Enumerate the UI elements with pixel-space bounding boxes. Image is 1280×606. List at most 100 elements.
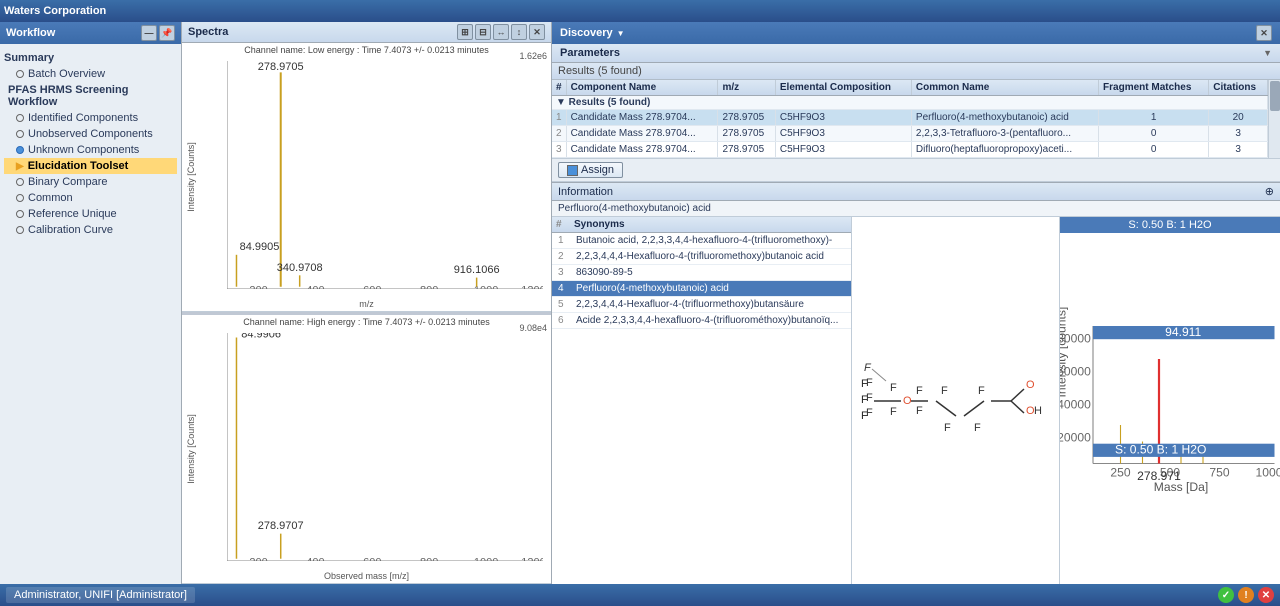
status-orange[interactable]: ! [1238, 587, 1254, 603]
cell-fragments: 1 [1099, 110, 1209, 126]
syn-num: 1 [552, 233, 570, 249]
ref-spectrum-chart: 80000 60000 40000 20000 250 500 750 1000 [1060, 233, 1280, 584]
sidebar-item-label-common: Common [28, 192, 73, 204]
section-header-cell: ▼ Results (5 found) [552, 96, 1268, 110]
svg-text:800: 800 [420, 557, 438, 561]
info-expand-icon[interactable]: ⊕ [1265, 185, 1274, 198]
svg-text:H: H [1034, 405, 1042, 417]
radio-batch [16, 70, 24, 78]
top-taskbar: Waters Corporation [0, 0, 1280, 22]
cell-fragments: 0 [1099, 126, 1209, 142]
arrow-elucidation: ▶ [16, 161, 24, 172]
sidebar-item-label-binary: Binary Compare [28, 176, 107, 188]
assign-bar: Assign [552, 158, 1280, 182]
svg-text:200: 200 [249, 557, 267, 561]
chemical-structure: F F F F F F [856, 331, 1056, 471]
cell-formula: C5HF9O3 [775, 142, 911, 158]
list-item[interactable]: 4 Perfluoro(4-methoxybutanoic) acid [552, 281, 851, 297]
workflow-pin[interactable]: 📌 [159, 25, 175, 41]
svg-text:F: F [890, 382, 897, 394]
sidebar-item-identified[interactable]: Identified Components [4, 110, 177, 126]
table-row[interactable]: 2 Candidate Mass 278.9704... 278.9705 C5… [552, 126, 1268, 142]
bottom-taskbar: Administrator, UNIFI [Administrator] ✓ !… [0, 584, 1280, 606]
app-title: Waters Corporation [4, 5, 106, 17]
channel2-label: Channel name: High energy : Time 7.4073 … [243, 317, 489, 327]
discovery-dropdown-arrow[interactable]: ▼ [617, 29, 625, 38]
sidebar-item-calibration[interactable]: Calibration Curve [4, 222, 177, 238]
spectra-icon1[interactable]: ⊞ [457, 24, 473, 40]
low-energy-chart[interactable]: 1.5e6 1.25e6 1e6 7.5e5 5e5 2.5e5 200 400… [227, 61, 543, 289]
sidebar-item-unobserved[interactable]: Unobserved Components [4, 126, 177, 142]
x-axis-title-high: Observed mass [m/z] [324, 571, 409, 581]
svg-text:278.971: 278.971 [1137, 469, 1181, 483]
list-item[interactable]: 2 2,2,3,4,4,4-Hexafluoro-4-(trifluoromet… [552, 249, 851, 265]
sidebar-item-elucidation[interactable]: ▶ Elucidation Toolset [4, 158, 177, 174]
table-row[interactable]: 3 Candidate Mass 278.9704... 278.9705 C5… [552, 142, 1268, 158]
assign-label: Assign [581, 164, 614, 176]
radio-unknown [16, 146, 24, 154]
info-title: Information [558, 186, 613, 198]
svg-text:F: F [916, 405, 923, 417]
radio-unobserved [16, 130, 24, 138]
cell-citations: 20 [1209, 110, 1268, 126]
spectra-title: Spectra [188, 26, 228, 38]
status-red[interactable]: ✕ [1258, 587, 1274, 603]
sidebar-item-unknown[interactable]: Unknown Components [4, 142, 177, 158]
high-energy-chart[interactable]: 80000 60000 40000 20000 200 400 600 800 … [227, 333, 543, 561]
radio-reference [16, 210, 24, 218]
status-green[interactable]: ✓ [1218, 587, 1234, 603]
workflow-content: Summary Batch Overview PFAS HRMS Screeni… [0, 44, 181, 584]
sidebar-item-label-reference: Reference Unique [28, 208, 117, 220]
parameters-bar: Parameters ▼ [552, 44, 1280, 63]
syn-name: 2,2,3,4,4,4-Hexafluoro-4-(trifluorometho… [570, 249, 851, 265]
list-item[interactable]: 1 Butanoic acid, 2,2,3,3,4,4-hexafluoro-… [552, 233, 851, 249]
svg-text:250: 250 [1110, 466, 1130, 480]
spectra-icon4[interactable]: ↕ [511, 24, 527, 40]
assign-checkbox [567, 165, 578, 176]
svg-text:1000: 1000 [474, 285, 498, 289]
discovery-header-icons: ✕ [1256, 25, 1272, 41]
svg-text:F: F [916, 385, 923, 397]
svg-text:F: F [978, 385, 985, 397]
assign-button[interactable]: Assign [558, 162, 623, 178]
taskbar-user[interactable]: Administrator, UNIFI [Administrator] [6, 587, 195, 603]
sidebar-item-reference-unique[interactable]: Reference Unique [4, 206, 177, 222]
spectra-close[interactable]: ✕ [529, 24, 545, 40]
sidebar-item-common[interactable]: Common [4, 190, 177, 206]
svg-text:84.9905: 84.9905 [240, 241, 280, 253]
parameters-collapse[interactable]: ▼ [1263, 48, 1272, 58]
list-item[interactable]: 5 2,2,3,4,4,4-Hexafluor-4-(trifluormetho… [552, 297, 851, 313]
svg-text:F: F [941, 385, 948, 397]
spectra-icon2[interactable]: ⊟ [475, 24, 491, 40]
svg-text:F: F [861, 410, 868, 422]
discovery-close[interactable]: ✕ [1256, 25, 1272, 41]
workflow-panel: Workflow — 📌 Summary Batch Overview PFAS… [0, 22, 182, 584]
info-section: Information ⊕ Perfluoro(4-methoxybutanoi… [552, 182, 1280, 584]
spectra-header: Spectra ⊞ ⊟ ↔ ↕ ✕ [182, 22, 551, 43]
svg-text:O: O [903, 395, 912, 407]
sidebar-item-binary[interactable]: Binary Compare [4, 174, 177, 190]
results-scroll-thumb[interactable] [1270, 81, 1280, 111]
svg-text:Intensity [counts]: Intensity [counts] [1060, 307, 1069, 398]
list-item[interactable]: 3 863090-89-5 [552, 265, 851, 281]
info-header: Information ⊕ [552, 183, 1280, 201]
svg-text:F: F [864, 362, 872, 374]
workflow-minimize[interactable]: — [141, 25, 157, 41]
table-row[interactable]: 1 Candidate Mass 278.9704... 278.9705 C5… [552, 110, 1268, 126]
svg-text:400: 400 [306, 557, 324, 561]
sidebar-item-batch-overview[interactable]: Batch Overview [4, 66, 177, 82]
list-item[interactable]: 6 Acide 2,2,3,3,4,4-hexafluoro-4-(triflu… [552, 313, 851, 329]
svg-text:600: 600 [363, 285, 381, 289]
spectra-icon3[interactable]: ↔ [493, 24, 509, 40]
radio-identified [16, 114, 24, 122]
main-container: Workflow — 📌 Summary Batch Overview PFAS… [0, 22, 1280, 584]
low-energy-spectrum: Channel name: Low energy : Time 7.4073 +… [182, 43, 551, 312]
results-scroll-area[interactable]: # Component Name m/z Elemental Compositi… [552, 80, 1268, 158]
sidebar-item-pfas-workflow[interactable]: PFAS HRMS Screening Workflow [4, 82, 177, 110]
results-scrollbar[interactable] [1268, 80, 1280, 158]
spectra-panel: Spectra ⊞ ⊟ ↔ ↕ ✕ Channel name: Low ener… [182, 22, 552, 584]
col-formula: Elemental Composition [775, 80, 911, 96]
col-citations: Citations [1209, 80, 1268, 96]
syn-num: 3 [552, 265, 570, 281]
syn-num: 4 [552, 281, 570, 297]
